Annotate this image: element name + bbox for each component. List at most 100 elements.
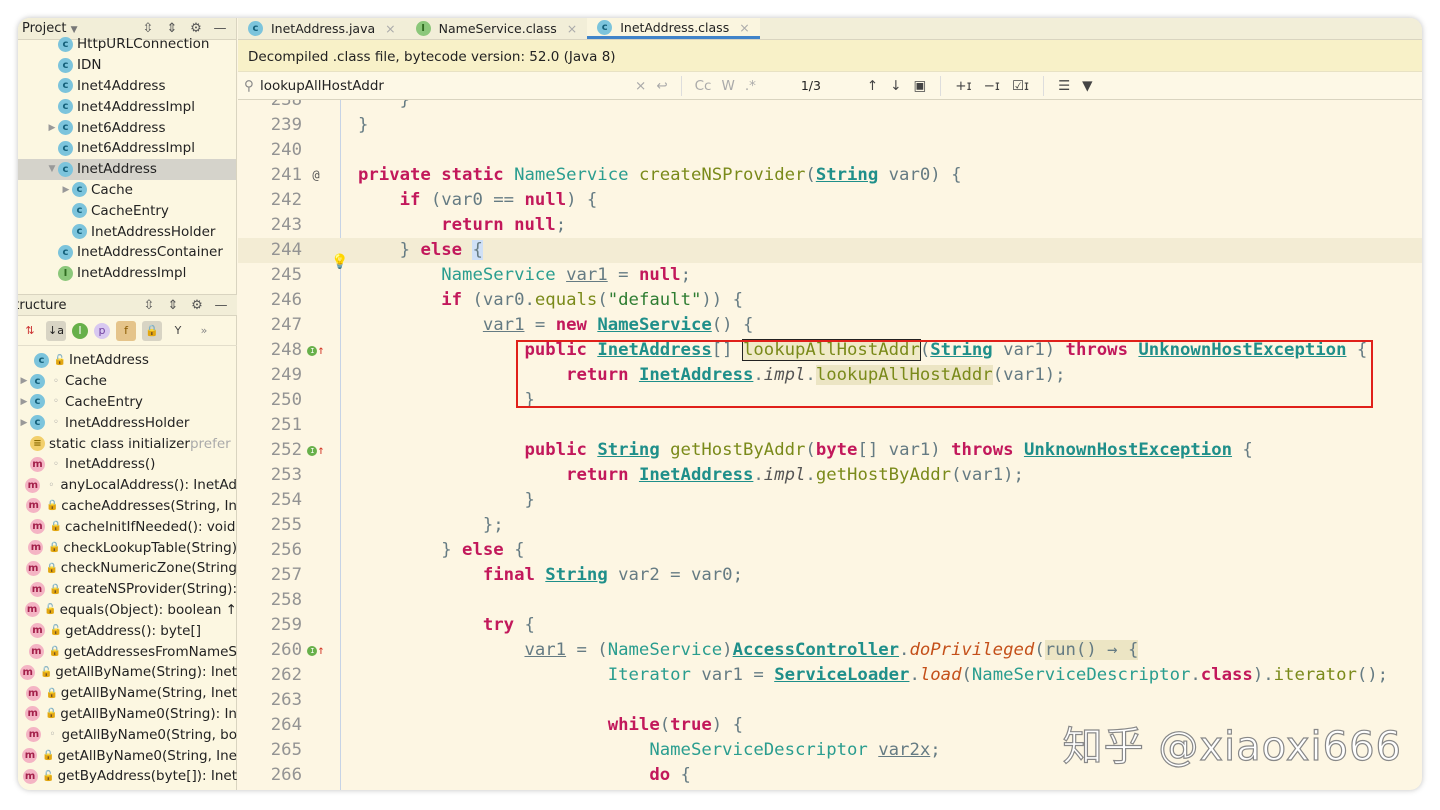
tab-inetaddress-java[interactable]: cInetAddress.java× xyxy=(238,18,406,39)
code-token: UnknownHostException xyxy=(1024,440,1232,460)
structure-item[interactable]: m🔓getAllByName(String): Inet xyxy=(18,662,237,683)
expand-arrow-icon[interactable]: ▼ xyxy=(46,164,58,174)
regex-toggle[interactable]: .* xyxy=(740,78,761,94)
whole-words-toggle[interactable]: W xyxy=(716,78,739,94)
class-icon: c xyxy=(34,353,49,368)
tab-inetaddress-class[interactable]: cInetAddress.class× xyxy=(587,18,759,39)
hide-icon[interactable]: — xyxy=(209,298,233,313)
filter-icon[interactable]: ▼ xyxy=(1076,78,1098,94)
structure-item[interactable]: m🔒checkLookupTable(String) xyxy=(18,537,237,558)
structure-item[interactable]: m🔒getAllByName0(String): In xyxy=(18,704,237,725)
gear-icon[interactable]: ⚙ xyxy=(185,298,209,313)
structure-item[interactable]: m🔒getAllByName0(String, Ine xyxy=(18,745,237,766)
code-token: return xyxy=(566,465,639,485)
collapse-all-icon[interactable]: ⇕ xyxy=(161,298,185,313)
tree-item[interactable]: cInetAddressContainer xyxy=(18,242,236,263)
clear-search-icon[interactable]: × xyxy=(630,78,651,94)
select-occurrences-icon[interactable]: ☑ɪ xyxy=(1006,78,1035,94)
structure-item[interactable]: m🔒getAllByName(String, Inet xyxy=(18,683,237,704)
tree-item[interactable]: cInet6AddressImpl xyxy=(18,138,236,159)
structure-item[interactable]: m🔓getAddress(): byte[] xyxy=(18,620,237,641)
tree-item[interactable]: ▶cInet6Address xyxy=(18,117,236,138)
structure-item-label: Cache xyxy=(65,373,107,389)
line-number: 239 xyxy=(238,113,302,138)
lightbulb-icon[interactable]: 💡 xyxy=(331,254,348,270)
code-token: getHostByAddr xyxy=(670,440,805,460)
tree-item[interactable]: cHttpURLConnection xyxy=(18,34,236,55)
tab-nameservice-class[interactable]: INameService.class× xyxy=(406,18,588,39)
code-line: 263 xyxy=(238,688,1422,713)
tree-item[interactable]: cIDN xyxy=(18,55,236,76)
project-tree: cHttpURLConnectioncIDNcInet4AddresscInet… xyxy=(18,34,236,286)
tree-item[interactable]: ▼cInetAddress xyxy=(18,159,236,180)
expand-arrow-icon[interactable]: ▶ xyxy=(60,185,72,195)
code-token: (var0 == xyxy=(420,190,524,210)
expand-all-icon[interactable]: ⇳ xyxy=(137,298,161,313)
previous-match-icon[interactable]: ↑ xyxy=(861,78,884,94)
line-number: 251 xyxy=(238,413,302,438)
show-properties-icon[interactable]: p xyxy=(94,323,110,339)
structure-item[interactable]: m◦InetAddress() xyxy=(18,454,237,475)
code-token: } xyxy=(358,390,535,410)
structure-item[interactable]: m🔒cacheAddresses(String, In xyxy=(18,496,237,517)
show-fields-icon[interactable]: f xyxy=(116,321,136,341)
add-occurrence-icon[interactable]: +ɪ xyxy=(949,78,977,94)
close-tab-icon[interactable]: × xyxy=(385,21,395,36)
structure-item[interactable]: m🔒checkNumericZone(String xyxy=(18,558,237,579)
visibility-sort-icon[interactable]: ⇅ xyxy=(20,321,40,341)
tree-item[interactable]: cInet4Address xyxy=(18,76,236,97)
next-match-icon[interactable]: ↓ xyxy=(884,78,907,94)
expand-arrow-icon[interactable]: ▶ xyxy=(46,123,58,133)
collapse-all-icon[interactable]: ⇕ xyxy=(160,21,184,36)
tree-item[interactable]: cInetAddressHolder xyxy=(18,221,236,242)
implements-method-icon[interactable]: I↑ xyxy=(304,638,328,663)
expand-all-icon[interactable]: ⇳ xyxy=(136,21,160,36)
structure-item[interactable]: m🔒createNSProvider(String): xyxy=(18,579,237,600)
implements-icon: I xyxy=(307,646,317,656)
annotation-marker-icon[interactable]: @ xyxy=(304,163,328,188)
more-icon[interactable]: » xyxy=(194,321,214,341)
structure-item[interactable]: m◦anyLocalAddress(): InetAd xyxy=(18,475,237,496)
close-tab-icon[interactable]: × xyxy=(739,20,749,35)
remove-occurrence-icon[interactable]: −ɪ xyxy=(978,78,1006,94)
structure-item[interactable]: m🔒getAddressesFromNameS xyxy=(18,641,237,662)
close-tab-icon[interactable]: × xyxy=(567,21,577,36)
structure-item[interactable]: m◦getAllByName0(String, bo xyxy=(18,724,237,745)
implements-method-icon[interactable]: I↑ xyxy=(304,338,328,363)
package-private-icon: ◦ xyxy=(44,480,58,491)
structure-item[interactable]: ▶c◦CacheEntry xyxy=(18,392,237,413)
structure-item[interactable]: ▶c◦Cache xyxy=(18,371,237,392)
search-icon[interactable]: ⚲ xyxy=(238,78,260,94)
show-lambdas-icon[interactable]: Y xyxy=(168,321,188,341)
expand-arrow-icon[interactable]: ▶ xyxy=(18,376,30,386)
search-options-icon[interactable]: ☰ xyxy=(1052,78,1076,94)
sort-alpha-icon[interactable]: ↓a xyxy=(46,321,66,341)
public-icon: 🔓 xyxy=(53,355,67,366)
show-non-public-icon[interactable]: 🔒 xyxy=(142,321,162,341)
select-all-occurrences-icon[interactable]: ▣ xyxy=(908,78,933,94)
hide-icon[interactable]: — xyxy=(208,21,232,36)
expand-arrow-icon[interactable]: ▶ xyxy=(18,397,30,407)
structure-item[interactable]: m🔓equals(Object): boolean ↑ xyxy=(18,600,237,621)
gear-icon[interactable]: ⚙ xyxy=(184,21,208,36)
structure-item[interactable]: ▶c◦InetAddressHolder xyxy=(18,412,237,433)
tree-item[interactable]: cCacheEntry xyxy=(18,200,236,221)
tree-item[interactable]: ▶cCache xyxy=(18,180,236,201)
code-token: ; xyxy=(556,215,566,235)
expand-arrow-icon[interactable]: ▶ xyxy=(18,418,30,428)
match-case-toggle[interactable]: Cc xyxy=(690,78,717,94)
structure-item[interactable]: m🔓getByAddress(byte[]): Inet xyxy=(18,766,237,787)
line-number: 242 xyxy=(238,188,302,213)
tree-item[interactable]: cInetAddressImplFactory xyxy=(18,284,236,286)
code-editor[interactable]: 238 }239}240241@private static NameServi… xyxy=(238,100,1422,790)
search-input[interactable]: lookupAllHostAddr xyxy=(260,78,630,94)
project-view-selector[interactable]: Project ▼ xyxy=(22,21,136,36)
structure-item[interactable]: c🔓InetAddress xyxy=(18,350,237,371)
implements-method-icon[interactable]: I↑ xyxy=(304,438,328,463)
tree-item[interactable]: cInet4AddressImpl xyxy=(18,96,236,117)
structure-item[interactable]: ≡static class initializer prefer xyxy=(18,433,237,454)
structure-item[interactable]: m🔒cacheInitIfNeeded(): void xyxy=(18,516,237,537)
tree-item[interactable]: IInetAddressImpl xyxy=(18,263,236,284)
new-line-icon[interactable]: ↩ xyxy=(651,78,672,94)
show-inherited-icon[interactable]: I xyxy=(72,323,88,339)
